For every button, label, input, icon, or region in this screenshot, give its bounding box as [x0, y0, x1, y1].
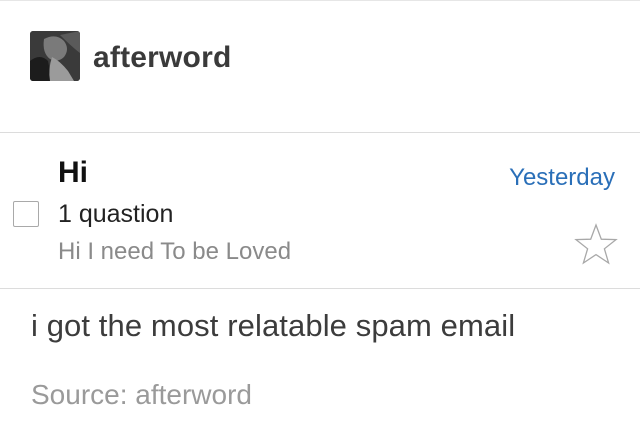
email-date: Yesterday	[509, 164, 615, 191]
caption-divider	[0, 288, 640, 289]
star-outline-icon	[574, 223, 618, 265]
source-prefix: Source:	[31, 379, 136, 410]
user-avatar-photo-icon	[30, 31, 80, 81]
avatar[interactable]	[30, 31, 80, 81]
email-screenshot: Hi Yesterday 1 quastion Hi I need To be …	[0, 133, 640, 288]
author-username[interactable]: afterword	[93, 41, 232, 75]
email-subject: Hi	[58, 156, 88, 189]
post-caption: i got the most relatable spam email	[31, 308, 516, 343]
checkbox-icon	[13, 201, 39, 227]
source-link[interactable]: afterword	[135, 379, 252, 410]
post-source: Source: afterword	[31, 378, 252, 412]
post-header: afterword	[0, 0, 640, 132]
email-sender: 1 quastion	[58, 200, 174, 228]
email-preview: Hi I need To be Loved	[58, 238, 292, 265]
